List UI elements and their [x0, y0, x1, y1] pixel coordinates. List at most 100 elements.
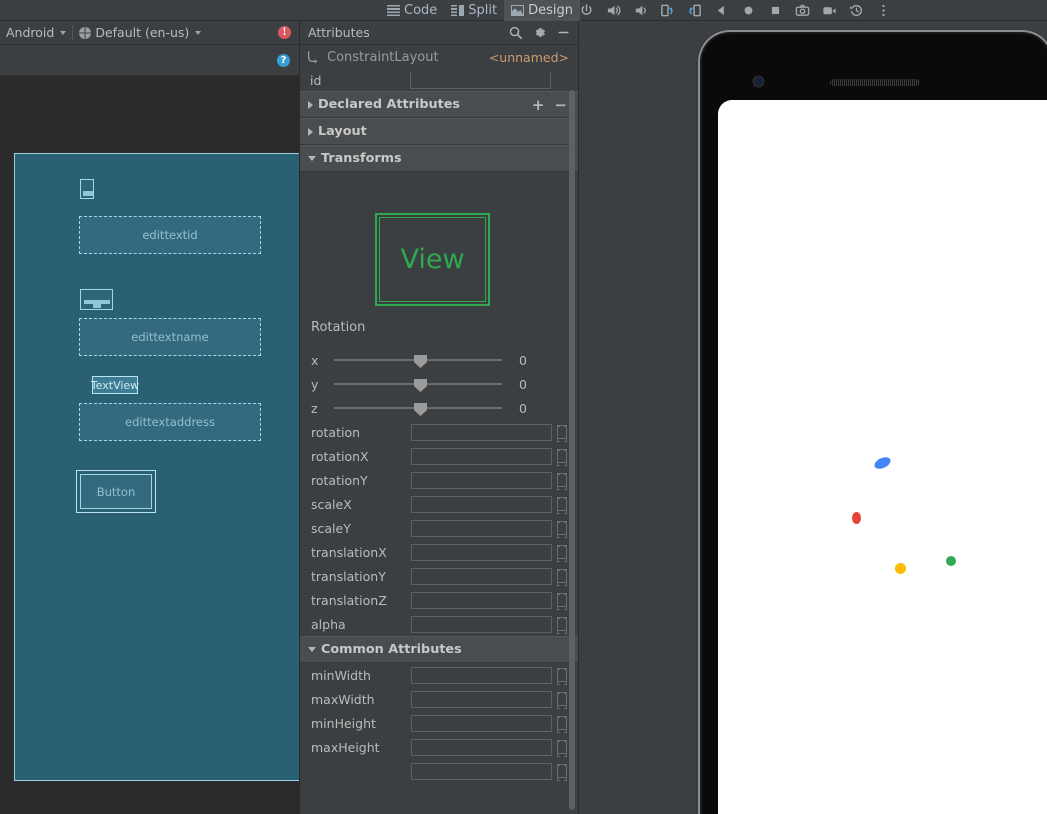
rotation-slider-x[interactable]: x 0: [300, 348, 579, 372]
error-badge[interactable]: !: [278, 26, 291, 39]
resource-picker-icon[interactable]: [557, 569, 567, 586]
resource-picker-icon[interactable]: [557, 521, 567, 538]
add-attribute-button[interactable]: +: [532, 97, 545, 112]
section-transforms[interactable]: Transforms: [300, 145, 579, 172]
design-canvas[interactable]: edittextid edittextname TextView edittex…: [0, 76, 300, 814]
device-selector[interactable]: Android: [0, 21, 72, 45]
dot-red: [852, 512, 861, 524]
attr-label-minWidth: minWidth: [311, 667, 371, 683]
attr-row-rotation: rotation: [300, 420, 579, 444]
attr-input-scaleX[interactable]: [411, 495, 552, 513]
attr-input-alpha[interactable]: [411, 615, 552, 633]
overview-icon[interactable]: [768, 3, 783, 18]
rotate-right-icon[interactable]: [687, 3, 702, 18]
attr-input-rotationY[interactable]: [411, 471, 552, 489]
attributes-panel: Attributes ConstraintLayout <unnamed> id…: [300, 21, 579, 814]
resource-picker-icon[interactable]: [557, 425, 567, 442]
slider-thumb[interactable]: [414, 403, 427, 416]
dot-blue: [872, 454, 893, 472]
attr-input-translationX[interactable]: [411, 543, 552, 561]
minimize-icon[interactable]: [556, 25, 571, 40]
section-transforms-label: Transforms: [321, 151, 402, 166]
chevron-down-icon: [308, 156, 316, 161]
resource-picker-icon[interactable]: [557, 764, 567, 781]
attr-row-minWidth: minWidth: [300, 663, 579, 687]
resource-picker-icon[interactable]: [557, 473, 567, 490]
rotation-z-value: 0: [519, 400, 527, 416]
section-common-attributes[interactable]: Common Attributes: [300, 636, 579, 663]
attr-input-partial[interactable]: [411, 762, 552, 780]
editor-mode-tabs: Code Split Design: [380, 0, 580, 21]
tab-code-label: Code: [404, 3, 438, 18]
chevron-down-icon: [308, 647, 316, 652]
imageview-placeholder[interactable]: [80, 179, 94, 199]
resource-picker-icon[interactable]: [557, 449, 567, 466]
widget-textview[interactable]: TextView: [91, 376, 139, 394]
volume-up-icon[interactable]: [606, 3, 621, 18]
record-screen-icon[interactable]: [822, 3, 837, 18]
attr-input-maxWidth[interactable]: [411, 690, 552, 708]
tab-design[interactable]: Design: [504, 0, 580, 21]
attr-row-rotationX: rotationX: [300, 444, 579, 468]
id-input[interactable]: [410, 71, 551, 89]
history-icon[interactable]: [849, 3, 864, 18]
resource-picker-icon[interactable]: [557, 497, 567, 514]
attr-row-maxHeight: maxHeight: [300, 735, 579, 759]
rotation-slider-y[interactable]: y 0: [300, 372, 579, 396]
back-icon[interactable]: [714, 3, 729, 18]
attr-input-minWidth[interactable]: [411, 666, 552, 684]
screenshot-icon[interactable]: [795, 3, 810, 18]
power-icon[interactable]: [579, 3, 594, 18]
resource-picker-icon[interactable]: [557, 668, 567, 685]
small-placeholder[interactable]: [80, 289, 113, 310]
rotation-slider-z[interactable]: z 0: [300, 396, 579, 420]
rotation-y-value: 0: [519, 376, 527, 392]
rotation-y-track[interactable]: [334, 375, 502, 393]
more-options-icon[interactable]: [876, 3, 891, 18]
attr-input-translationY[interactable]: [411, 567, 552, 585]
resource-picker-icon[interactable]: [557, 692, 567, 709]
resource-picker-icon[interactable]: [557, 617, 567, 634]
remove-attribute-button[interactable]: −: [554, 97, 567, 112]
home-icon[interactable]: [741, 3, 756, 18]
emulator-screen[interactable]: [718, 100, 1047, 814]
attr-input-translationZ[interactable]: [411, 591, 552, 609]
tab-split[interactable]: Split: [444, 0, 504, 21]
attr-input-scaleY[interactable]: [411, 519, 552, 537]
section-layout[interactable]: Layout: [300, 118, 579, 145]
slider-thumb[interactable]: [414, 379, 427, 392]
split-icon: [451, 5, 465, 16]
section-declared-attributes[interactable]: Declared Attributes + −: [300, 91, 579, 118]
resource-picker-icon[interactable]: [557, 740, 567, 757]
chevron-down-icon: [195, 30, 202, 35]
slider-thumb[interactable]: [414, 355, 427, 368]
help-badge[interactable]: ?: [277, 53, 290, 67]
front-camera-icon: [754, 77, 763, 86]
resource-picker-icon[interactable]: [557, 593, 567, 610]
attributes-scrollbar[interactable]: [569, 76, 575, 814]
id-row: id: [300, 69, 579, 91]
widget-edittextname-label: edittextname: [131, 330, 209, 344]
transform-preview[interactable]: View Rotation: [300, 172, 579, 348]
attr-input-rotation[interactable]: [411, 423, 552, 441]
widget-edittextname[interactable]: edittextname: [79, 318, 261, 356]
section-layout-label: Layout: [318, 124, 367, 139]
resource-picker-icon[interactable]: [557, 716, 567, 733]
tab-code[interactable]: Code: [380, 0, 444, 21]
volume-down-icon[interactable]: [633, 3, 648, 18]
widget-edittextid[interactable]: edittextid: [79, 216, 261, 254]
widget-button[interactable]: Button: [76, 470, 156, 513]
resource-picker-icon[interactable]: [557, 545, 567, 562]
attr-row-translationZ: translationZ: [300, 588, 579, 612]
rotate-left-icon[interactable]: [660, 3, 675, 18]
widget-edittextaddress[interactable]: edittextaddress: [79, 403, 261, 441]
gear-icon[interactable]: [532, 25, 547, 40]
locale-selector[interactable]: Default (en-us): [73, 21, 207, 45]
attr-input-maxHeight[interactable]: [411, 738, 552, 756]
attr-input-rotationX[interactable]: [411, 447, 552, 465]
search-icon[interactable]: [508, 25, 523, 40]
rotation-z-track[interactable]: [334, 399, 502, 417]
attr-input-minHeight[interactable]: [411, 714, 552, 732]
speaker-grille: [830, 79, 920, 86]
rotation-x-track[interactable]: [334, 351, 502, 369]
